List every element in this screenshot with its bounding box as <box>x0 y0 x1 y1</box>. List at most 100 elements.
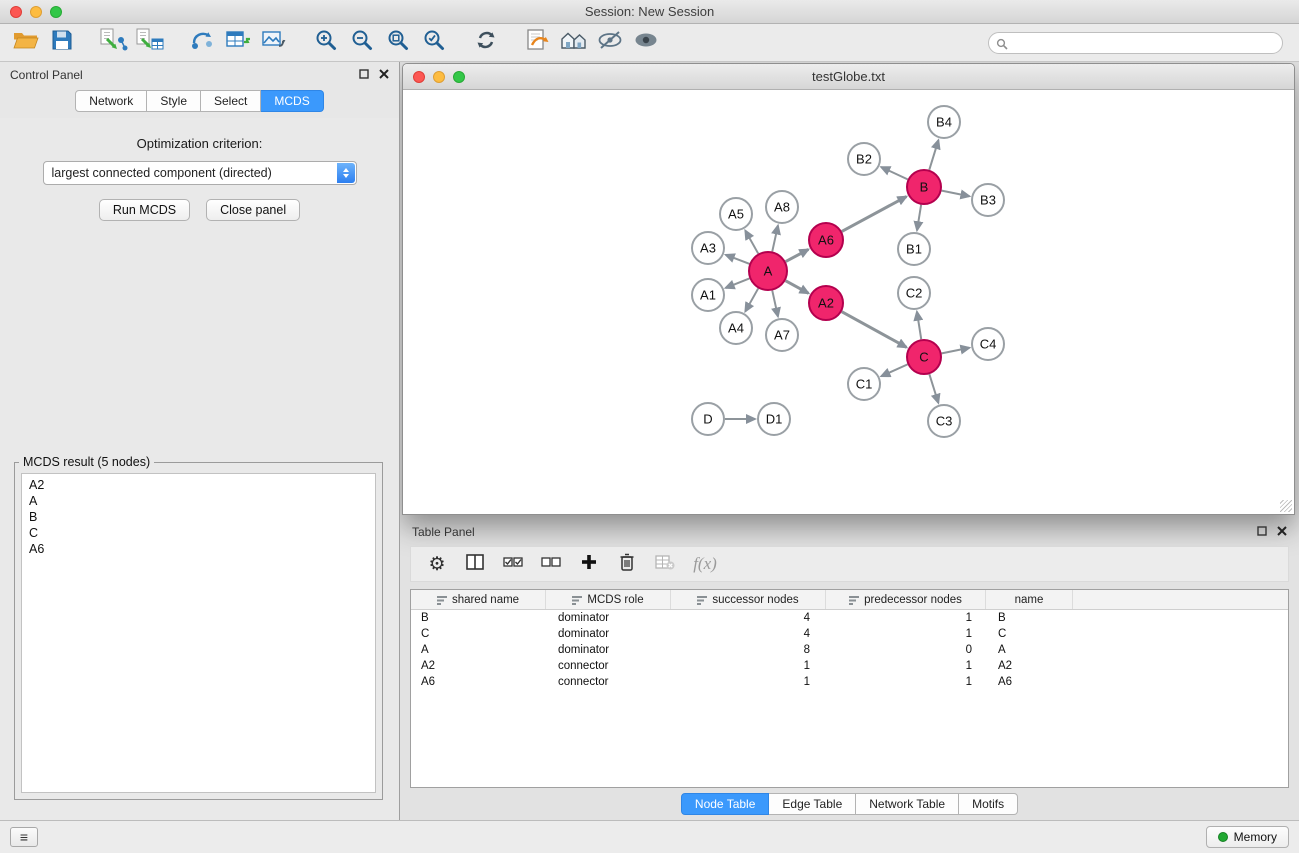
float-panel-icon[interactable] <box>359 66 369 84</box>
close-table-panel-icon[interactable] <box>1277 523 1287 541</box>
mcds-result-item[interactable]: C <box>29 525 368 541</box>
float-table-panel-icon[interactable] <box>1257 523 1267 541</box>
refresh-button[interactable] <box>468 27 504 59</box>
graph-node-B4[interactable]: B4 <box>928 106 960 138</box>
annotations-button[interactable] <box>520 27 556 59</box>
graph-edge-B-B2[interactable] <box>881 167 907 179</box>
new-table-button[interactable] <box>220 27 256 59</box>
graph-edge-B-B4[interactable] <box>929 140 938 170</box>
zoom-in-button[interactable] <box>308 27 344 59</box>
column-header-predecessor-nodes[interactable]: predecessor nodes <box>826 590 986 609</box>
tab-network-table[interactable]: Network Table <box>856 793 959 815</box>
graph-edge-A-A4[interactable] <box>745 288 758 311</box>
graph-node-A3[interactable]: A3 <box>692 232 724 264</box>
graph-node-A8[interactable]: A8 <box>766 191 798 223</box>
select-all-rows-button[interactable] <box>497 549 529 579</box>
graph-node-A6[interactable]: A6 <box>809 223 843 257</box>
mcds-result-item[interactable]: A2 <box>29 477 368 493</box>
graph-edge-C-C3[interactable] <box>929 374 938 403</box>
graph-node-A[interactable]: A <box>749 252 787 290</box>
network-window-zoom-button[interactable] <box>453 71 465 83</box>
network-window-titlebar[interactable]: testGlobe.txt <box>403 64 1294 90</box>
graph-node-C2[interactable]: C2 <box>898 277 930 309</box>
column-header-name[interactable]: name <box>986 590 1073 609</box>
graph-edge-A-A7[interactable] <box>772 291 778 317</box>
save-session-button[interactable] <box>44 27 80 59</box>
graph-edge-A-A8[interactable] <box>772 226 778 252</box>
network-canvas[interactable]: AA1A2A3A4A5A6A7A8BB1B2B3B4CC1C2C3C4DD1 <box>403 90 1294 514</box>
dropdown-stepper-icon[interactable] <box>337 163 355 183</box>
optimization-criterion-dropdown[interactable]: largest connected component (directed) <box>43 161 357 185</box>
column-header-shared-name[interactable]: shared name <box>411 590 546 609</box>
column-header-successor-nodes[interactable]: successor nodes <box>671 590 826 609</box>
close-panel-button[interactable]: Close panel <box>206 199 300 221</box>
table-row[interactable]: A2connector11A2 <box>411 658 1288 674</box>
graph-edge-C-C1[interactable] <box>881 364 907 376</box>
graph-edge-A-A1[interactable] <box>726 278 750 288</box>
network-window-close-button[interactable] <box>413 71 425 83</box>
graphics-details-button[interactable] <box>628 27 664 59</box>
zoom-out-button[interactable] <box>344 27 380 59</box>
graph-edge-C-C2[interactable] <box>917 312 921 339</box>
graph-edge-A-A6[interactable] <box>786 249 809 261</box>
run-mcds-button[interactable]: Run MCDS <box>99 199 190 221</box>
tab-style[interactable]: Style <box>147 90 201 112</box>
search-input[interactable] <box>988 32 1283 54</box>
zoom-fit-button[interactable] <box>380 27 416 59</box>
select-columns-button[interactable] <box>459 549 491 579</box>
graph-edge-B-B3[interactable] <box>942 191 970 197</box>
tab-network[interactable]: Network <box>75 90 147 112</box>
graph-edge-A-A3[interactable] <box>726 255 750 264</box>
window-resize-grip[interactable] <box>1280 500 1292 512</box>
graph-edge-B-B1[interactable] <box>917 205 921 230</box>
zoom-window-button[interactable] <box>50 6 62 18</box>
mcds-result-item[interactable]: B <box>29 509 368 525</box>
graph-node-A1[interactable]: A1 <box>692 279 724 311</box>
graph-node-B1[interactable]: B1 <box>898 233 930 265</box>
graph-edge-A-A5[interactable] <box>745 231 758 254</box>
table-row[interactable]: Adominator80A <box>411 642 1288 658</box>
zoom-selected-button[interactable] <box>416 27 452 59</box>
graph-node-D1[interactable]: D1 <box>758 403 790 435</box>
table-row[interactable]: A6connector11A6 <box>411 674 1288 690</box>
delete-table-button[interactable] <box>649 549 681 579</box>
graph-edge-C-C4[interactable] <box>942 348 970 354</box>
close-panel-icon[interactable] <box>379 66 389 84</box>
mcds-result-item[interactable]: A6 <box>29 541 368 557</box>
new-network-button[interactable] <box>184 27 220 59</box>
close-window-button[interactable] <box>10 6 22 18</box>
tab-select[interactable]: Select <box>201 90 261 112</box>
graph-edge-A6-B[interactable] <box>842 197 907 232</box>
tab-node-table[interactable]: Node Table <box>681 793 770 815</box>
task-history-button[interactable]: ≡ <box>10 827 38 847</box>
graph-node-A2[interactable]: A2 <box>809 286 843 320</box>
graph-node-B[interactable]: B <box>907 170 941 204</box>
hide-selected-button[interactable] <box>592 27 628 59</box>
function-builder-button[interactable]: f(x) <box>687 549 719 579</box>
graph-node-A5[interactable]: A5 <box>720 198 752 230</box>
graph-node-C4[interactable]: C4 <box>972 328 1004 360</box>
deselect-all-rows-button[interactable] <box>535 549 567 579</box>
export-image-button[interactable] <box>256 27 292 59</box>
graph-node-B3[interactable]: B3 <box>972 184 1004 216</box>
network-window-minimize-button[interactable] <box>433 71 445 83</box>
tab-edge-table[interactable]: Edge Table <box>769 793 856 815</box>
graph-node-B2[interactable]: B2 <box>848 143 880 175</box>
graph-node-A4[interactable]: A4 <box>720 312 752 344</box>
graph-node-C[interactable]: C <box>907 340 941 374</box>
memory-button[interactable]: Memory <box>1206 826 1289 848</box>
delete-column-button[interactable] <box>611 549 643 579</box>
import-table-button[interactable] <box>132 27 168 59</box>
graph-node-C1[interactable]: C1 <box>848 368 880 400</box>
table-settings-button[interactable]: ⚙ <box>421 549 453 579</box>
graph-node-A7[interactable]: A7 <box>766 319 798 351</box>
app-titlebar[interactable]: Session: New Session <box>0 0 1299 24</box>
network-graph[interactable]: AA1A2A3A4A5A6A7A8BB1B2B3B4CC1C2C3C4DD1 <box>403 90 1294 514</box>
table-row[interactable]: Bdominator41B <box>411 610 1288 626</box>
mcds-result-item[interactable]: A <box>29 493 368 509</box>
minimize-window-button[interactable] <box>30 6 42 18</box>
tab-motifs[interactable]: Motifs <box>959 793 1018 815</box>
mcds-result-list[interactable]: A2ABCA6 <box>21 473 376 793</box>
table-row[interactable]: Cdominator41C <box>411 626 1288 642</box>
create-column-button[interactable] <box>573 549 605 579</box>
